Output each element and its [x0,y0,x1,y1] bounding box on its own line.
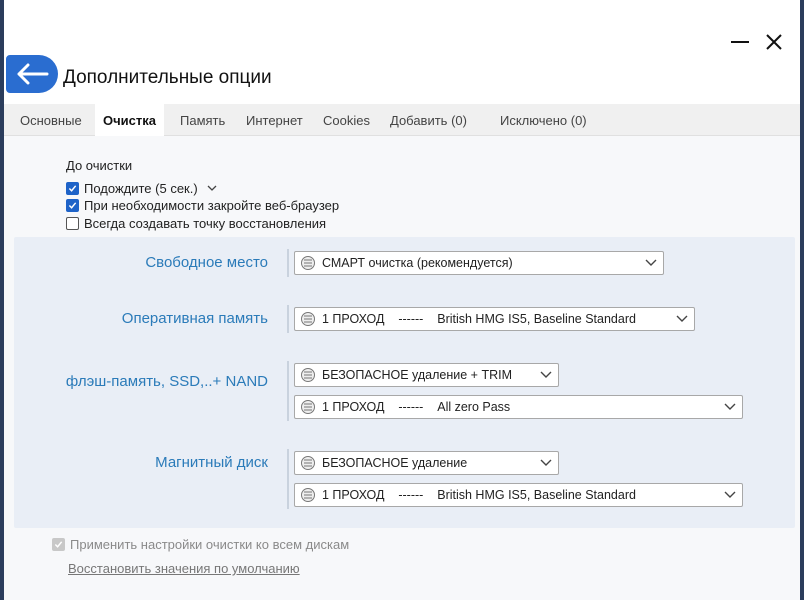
close-browser-label: При необходимости закройте веб-браузер [84,198,340,213]
restore-point-checkbox[interactable] [66,217,79,230]
flash-method-select[interactable]: 1 ПРОХОД ------ All zero Pass [294,395,743,419]
apply-all-checkbox[interactable] [52,538,65,551]
chevron-down-icon [540,459,552,466]
check-icon [54,541,63,548]
chevron-down-icon [645,259,657,266]
chevron-down-icon [724,403,736,410]
shredder-icon [301,488,315,502]
tab-cookies[interactable]: Cookies [323,104,370,136]
window-title: Дополнительные опции [63,67,272,88]
tab-cleanup[interactable]: Очистка [95,104,164,136]
tab-add[interactable]: Добавить (0) [390,104,467,136]
divider [287,449,289,509]
divider [287,249,289,277]
hdd-method-value: 1 ПРОХОД ------ British HMG IS5, Baselin… [322,488,636,502]
shredder-icon [301,368,315,382]
flash-label: флэш-память, SSD,..+ NAND [65,373,268,390]
ram-method-select[interactable]: 1 ПРОХОД ------ British HMG IS5, Baselin… [294,307,695,331]
close-browser-option[interactable]: При необходимости закройте веб-браузер [66,198,339,213]
flash-mode-select[interactable]: БЕЗОПАСНОЕ удаление + TRIM [294,363,559,387]
hdd-mode-value: БЕЗОПАСНОЕ удаление [322,456,468,470]
wait-label: Подождите (5 сек.) [84,181,198,196]
chevron-down-icon [540,371,552,378]
divider [287,361,289,421]
ram-method-value: 1 ПРОХОД ------ British HMG IS5, Baselin… [322,312,636,326]
free-space-method-value: СМАРТ очистка (рекомендуется) [322,256,513,270]
chevron-down-icon [676,315,688,322]
shredder-icon [301,400,315,414]
wait-checkbox[interactable] [66,182,79,195]
free-space-method-select[interactable]: СМАРТ очистка (рекомендуется) [294,251,664,275]
restore-defaults-link[interactable]: Восстановить значения по умолчанию [68,561,300,576]
restore-point-label: Всегда создавать точку восстановления [84,216,327,231]
shredder-icon [301,456,315,470]
hdd-label: Магнитный диск [155,454,268,471]
hdd-method-select[interactable]: 1 ПРОХОД ------ British HMG IS5, Baselin… [294,483,743,507]
check-icon [68,202,77,209]
title-bar: Дополнительные опции [4,0,800,104]
minimize-icon[interactable] [728,30,752,54]
tab-excluded[interactable]: Исключено (0) [500,104,587,136]
apply-all-disks-option[interactable]: Применить настройки очистки ко всем диск… [52,537,349,552]
wait-option[interactable]: Подождите (5 сек.) [66,181,217,196]
free-space-label: Свободное место [145,254,268,271]
back-button[interactable] [6,55,58,93]
check-icon [68,185,77,192]
flash-mode-value: БЕЗОПАСНОЕ удаление + TRIM [322,368,512,382]
arrow-left-icon [17,63,49,85]
flash-method-value: 1 ПРОХОД ------ All zero Pass [322,400,511,414]
ram-label: Оперативная память [121,310,268,327]
tab-internet[interactable]: Интернет [246,104,303,136]
cleanup-content: До очистки Подождите (5 сек.) При необхо… [4,136,800,600]
divider [287,305,289,333]
apply-all-label: Применить настройки очистки ко всем диск… [70,537,350,552]
chevron-down-icon[interactable] [207,185,217,192]
chevron-down-icon [724,491,736,498]
hdd-mode-select[interactable]: БЕЗОПАСНОЕ удаление [294,451,559,475]
before-cleanup-heading: До очистки [66,158,133,173]
wipe-methods-panel: Свободное место СМАРТ очистка (рекоменду… [14,237,795,528]
tab-basic[interactable]: Основные [20,104,82,136]
settings-window: Дополнительные опции Основные Очистка Па… [4,0,800,600]
restore-point-option[interactable]: Всегда создавать точку восстановления [66,216,326,231]
tab-bar: Основные Очистка Память Интернет Cookies… [4,104,800,136]
close-browser-checkbox[interactable] [66,199,79,212]
shredder-icon [301,312,315,326]
shredder-icon [301,256,315,270]
close-icon[interactable] [762,30,786,54]
tab-memory[interactable]: Память [180,104,225,136]
